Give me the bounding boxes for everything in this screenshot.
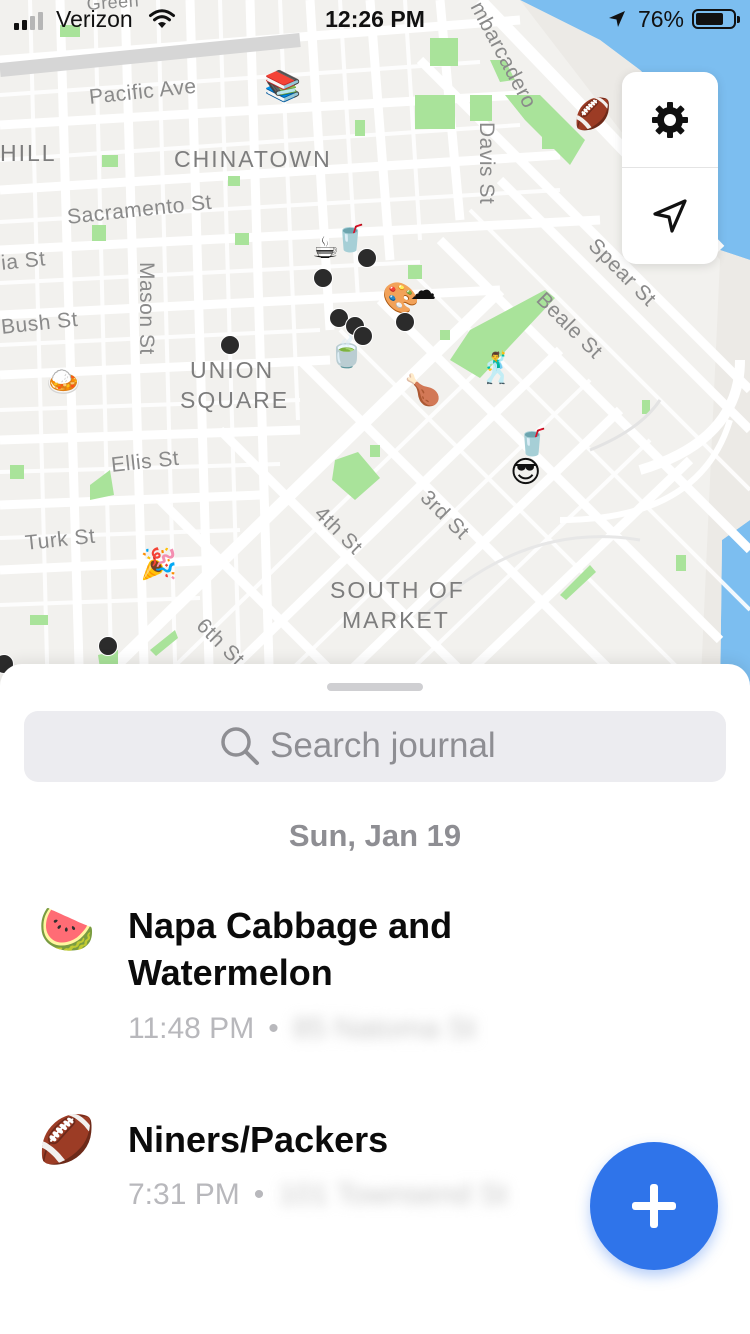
- marker-books-icon[interactable]: 📚: [264, 72, 301, 102]
- entry-location: 85 Natoma St: [292, 1012, 477, 1045]
- map-label-ia-st: ia St: [0, 247, 47, 275]
- marker-dancer-icon[interactable]: 🕺: [478, 354, 515, 384]
- map-label-square: SQUARE: [180, 387, 290, 413]
- marker-dot[interactable]: [353, 326, 373, 346]
- marker-cloud-icon[interactable]: ☁: [410, 278, 436, 304]
- marker-dot[interactable]: [395, 312, 415, 332]
- location-arrow-icon: [653, 199, 687, 233]
- map-label-south-of: SOUTH OF: [330, 577, 465, 603]
- search-icon: [221, 727, 259, 765]
- battery-icon: [692, 9, 740, 29]
- add-entry-button[interactable]: [590, 1142, 718, 1270]
- marker-party-popper-icon[interactable]: 🎉: [140, 550, 177, 580]
- map-label-davis-st: Davis St: [475, 122, 498, 205]
- marker-dot[interactable]: [98, 636, 118, 656]
- settings-button[interactable]: [622, 72, 718, 168]
- marker-sunglasses-face-icon[interactable]: 😎: [510, 458, 541, 488]
- locate-me-button[interactable]: [622, 168, 718, 264]
- entry-time: 11:48 PM: [128, 1012, 255, 1045]
- battery-percent: 76%: [637, 6, 684, 32]
- map-label-hill: HILL: [0, 140, 57, 166]
- watermelon-icon: 🍉: [38, 903, 96, 955]
- gear-icon: [652, 102, 688, 138]
- marker-dot[interactable]: [220, 335, 240, 355]
- map-controls: [622, 72, 718, 264]
- map-label-mason-st: Mason St: [135, 262, 158, 355]
- map-label-chinatown: CHINATOWN: [174, 146, 332, 172]
- meta-separator: •: [253, 1178, 265, 1211]
- marker-drumstick-icon[interactable]: 🍗: [404, 376, 441, 406]
- marker-dot[interactable]: [313, 268, 333, 288]
- date-section-header: Sun, Jan 19: [288, 818, 462, 853]
- entry-meta: 7:31 PM • 101 Townsend St: [128, 1178, 508, 1212]
- entry-title: Napa Cabbage and Watermelon: [128, 905, 453, 993]
- sheet-grabber[interactable]: [327, 683, 423, 691]
- marker-soda-cup-icon[interactable]: 🥤: [516, 430, 548, 456]
- plus-icon: [632, 1184, 676, 1228]
- search-input[interactable]: [270, 721, 690, 771]
- entry-location: 101 Townsend St: [278, 1178, 508, 1211]
- football-icon: 🏈: [38, 1113, 96, 1165]
- entry-time: 7:31 PM: [128, 1178, 240, 1211]
- marker-dot[interactable]: [357, 248, 377, 268]
- meta-separator: •: [268, 1012, 279, 1045]
- search-bar[interactable]: [24, 711, 726, 782]
- map-label-union: UNION: [190, 357, 275, 383]
- status-bar: Verizon 12:26 PM 76%: [0, 0, 750, 40]
- marker-curry-bowl-icon[interactable]: 🍛: [46, 368, 81, 396]
- location-services-icon: [609, 11, 625, 27]
- entry-title: Niners/Packers: [128, 1119, 389, 1160]
- entry-meta: 11:48 PM • 85 Natoma St: [128, 1012, 476, 1046]
- map-label-market: MARKET: [342, 607, 450, 633]
- marker-football-icon[interactable]: 🏈: [574, 100, 611, 130]
- journal-entry[interactable]: 🍉 Napa Cabbage and Watermelon 11:48 PM • 8…: [0, 902, 750, 1062]
